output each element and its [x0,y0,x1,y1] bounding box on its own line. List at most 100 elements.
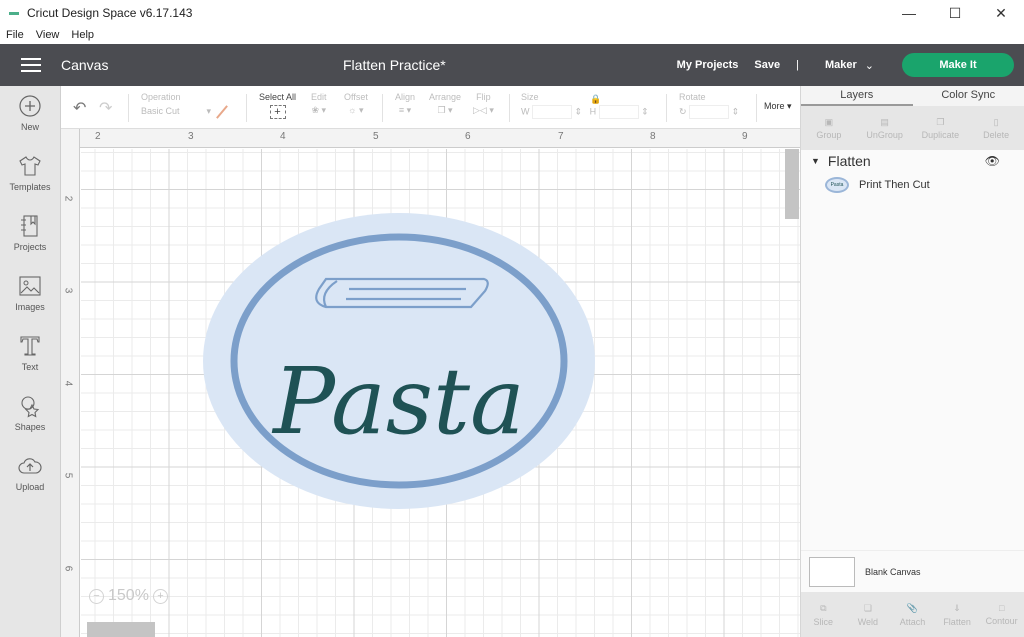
save-button[interactable]: Save [754,59,780,71]
layer-thumbnail: Pasta [825,177,849,193]
sidebar-label: Shapes [14,422,46,432]
menu-file[interactable]: File [6,29,24,41]
arrange-label: Arrange [429,92,462,102]
image-icon [19,276,41,296]
undo-icon[interactable]: ↶ [73,98,86,118]
contour-button[interactable]: □ Contour [979,592,1024,637]
align-icon[interactable]: ≡ ▾ [395,105,415,116]
shapes-icon [21,396,40,418]
group-icon: ▣ [824,116,834,127]
title-bar: Cricut Design Space v6.17.143 — ☐ ✕ [0,0,1024,26]
plus-circle-icon [19,95,41,117]
operation-select[interactable]: Basic Cut ▾ [141,106,211,116]
left-sidebar: New Templates Projects Images Text Shape… [0,86,61,637]
flip-label: Flip [476,92,491,102]
sidebar-label: Images [15,302,45,312]
blank-canvas-row[interactable]: Blank Canvas [801,550,1024,592]
flatten-button[interactable]: ⇓ Flatten [935,592,980,637]
sidebar-item-upload[interactable]: Upload [0,446,60,506]
layers-panel: Layers Color Sync ▣ Group ▤ UnGroup ❐ Dupli… [800,86,1024,637]
rotate-input[interactable] [689,105,730,119]
paperclip-icon: 📎 [906,602,919,613]
redo-icon[interactable]: ↷ [99,98,112,118]
operation-label: Operation [141,92,181,102]
design-canvas[interactable]: 2 3 4 5 6 7 8 9 2 3 4 5 6 Pasta − 150% + [61,129,800,637]
sidebar-item-projects[interactable]: Projects [0,206,60,266]
minimize-button[interactable]: — [886,0,932,26]
height-label: H [589,106,597,117]
horizontal-ruler: 2 3 4 5 6 7 8 9 [61,129,800,148]
eye-icon[interactable]: 👁 [985,154,1000,168]
layers-list: ▼ Flatten 👁 Pasta Print Then Cut [801,150,1024,550]
offset-label: Offset [344,92,368,102]
offset-icon[interactable]: ☼ ▾ [344,105,368,116]
align-label: Align [395,92,416,102]
tab-layers[interactable]: Layers [801,86,913,106]
notebook-icon [21,215,38,237]
sidebar-label: New [20,122,39,132]
make-it-button[interactable]: Make It [902,53,1014,77]
pasta-design[interactable]: Pasta [201,211,597,511]
machine-select[interactable]: Maker [825,59,857,71]
upload-cloud-icon [18,458,42,474]
attach-button[interactable]: 📎 Attach [890,592,935,637]
chevron-down-icon[interactable]: ⌄ [865,59,874,72]
project-title: Flatten Practice* [343,57,446,73]
zoom-level: 150% [108,587,149,604]
slice-icon: ⧉ [820,602,827,613]
tab-color-sync[interactable]: Color Sync [913,86,1024,106]
hamburger-menu-icon[interactable] [21,58,41,72]
sidebar-label: Upload [15,482,45,492]
sidebar-item-images[interactable]: Images [0,266,60,326]
rotate-label: Rotate [679,92,706,102]
edit-icon[interactable]: ❀ ▾ [311,105,327,116]
app-icon [9,11,19,15]
horizontal-scrollbar[interactable] [87,622,155,637]
lock-icon[interactable]: 🔒 [590,94,601,105]
layer-group-flatten[interactable]: ▼ Flatten 👁 [801,150,1024,172]
canvas-color-swatch[interactable] [809,556,855,587]
arrange-icon[interactable]: ❐ ▾ [429,105,461,116]
ungroup-button[interactable]: ▤ UnGroup [857,106,913,150]
select-all-label: Select All [259,92,297,102]
group-button[interactable]: ▣ Group [801,106,857,150]
vertical-ruler: 2 3 4 5 6 [61,129,80,637]
zoom-control: − 150% + [89,587,168,605]
layer-name: Print Then Cut [859,179,930,191]
ungroup-icon: ▤ [880,116,889,127]
sidebar-label: Templates [9,182,51,192]
duplicate-button[interactable]: ❐ Duplicate [913,106,969,150]
window-title: Cricut Design Space v6.17.143 [27,6,193,20]
maximize-button[interactable]: ☐ [932,0,978,26]
menu-bar: File View Help [0,26,1024,44]
close-button[interactable]: ✕ [978,0,1024,26]
my-projects-link[interactable]: My Projects [677,59,739,71]
app-header: Canvas Flatten Practice* My Projects Sav… [0,44,1024,86]
delete-button[interactable]: ▯ Delete [968,106,1024,150]
weld-icon: ❏ [863,602,872,613]
width-input[interactable] [532,105,573,119]
blank-canvas-label: Blank Canvas [865,566,921,577]
menu-help[interactable]: Help [71,29,94,41]
height-input[interactable] [598,105,639,119]
weld-button[interactable]: ❏ Weld [846,592,891,637]
rotate-icon: ↻ [679,106,687,117]
sidebar-item-new[interactable]: New [0,86,60,146]
sidebar-item-shapes[interactable]: Shapes [0,386,60,446]
design-text: Pasta [271,348,525,455]
select-all-icon[interactable]: + [269,105,286,119]
header-separator: | [796,59,799,71]
sidebar-item-templates[interactable]: Templates [0,146,60,206]
more-button[interactable]: More ▾ [764,101,792,112]
flip-icon[interactable]: ▷◁ ▾ [473,105,494,116]
vertical-scrollbar[interactable] [785,149,799,219]
edit-toolbar: ↶ ↷ Operation Basic Cut ▾ Select All + E… [61,86,800,129]
pen-color-icon[interactable] [216,105,228,119]
slice-button[interactable]: ⧉ Slice [801,592,846,637]
sidebar-item-text[interactable]: Text [0,326,60,386]
menu-view[interactable]: View [36,29,60,41]
collapse-arrow-icon[interactable]: ▼ [811,156,820,166]
layer-item[interactable]: Pasta Print Then Cut [801,172,1024,198]
zoom-out-button[interactable]: − [89,588,104,604]
zoom-in-button[interactable]: + [152,588,168,604]
